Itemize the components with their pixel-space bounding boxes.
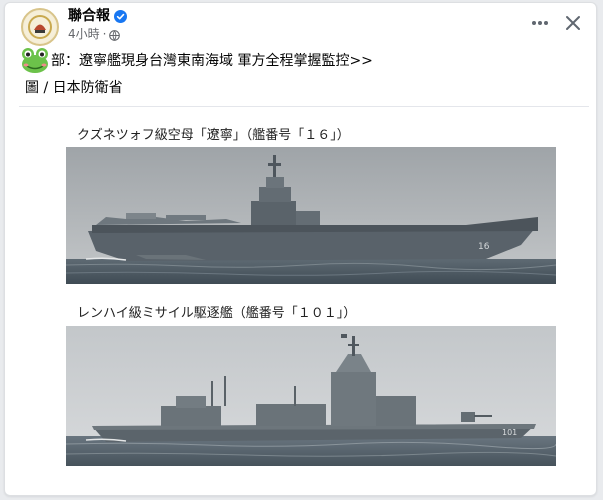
author-name-row: 聯合報 [68, 7, 127, 25]
post-text: 部：遼寧艦現身台灣東南海域 軍方全程掌握監控>> [51, 53, 373, 69]
destroyer-photo: 101 [66, 326, 556, 466]
carrier-caption: クズネツォフ級空母「遼寧」（艦番号「１６」） [77, 128, 350, 143]
close-button[interactable] [562, 12, 584, 34]
verified-badge-icon [114, 9, 127, 23]
meta-separator: · [102, 27, 107, 41]
more-options-button[interactable] [528, 13, 552, 33]
author-name[interactable]: 聯合報 [68, 7, 110, 25]
post-meta: 4小時 · [68, 26, 121, 42]
post-image[interactable]: クズネツォフ級空母「遼寧」（艦番号「１６」） 16 レンハイ級ミサイル駆逐艦（艦… [19, 106, 589, 490]
post-card: 聯合報 4小時 · 部：遼寧艦現身台灣東南海域 軍方全程掌握監控>> 圖 / 日… [4, 2, 597, 496]
more-options-icon [532, 21, 548, 25]
page-avatar[interactable] [21, 8, 59, 46]
close-icon [566, 16, 580, 30]
hull-number: 101 [502, 428, 517, 437]
svg-text:16: 16 [478, 242, 490, 252]
carrier-photo: 16 [66, 147, 556, 284]
post-image-credit: 圖 / 日本防衛省 [25, 80, 123, 96]
destroyer-caption: レンハイ級ミサイル駆逐艦（艦番号「１０１」） [77, 306, 357, 321]
post-time[interactable]: 4小時 [68, 26, 100, 42]
frog-emoji-icon [19, 46, 51, 74]
globe-icon [109, 29, 121, 41]
